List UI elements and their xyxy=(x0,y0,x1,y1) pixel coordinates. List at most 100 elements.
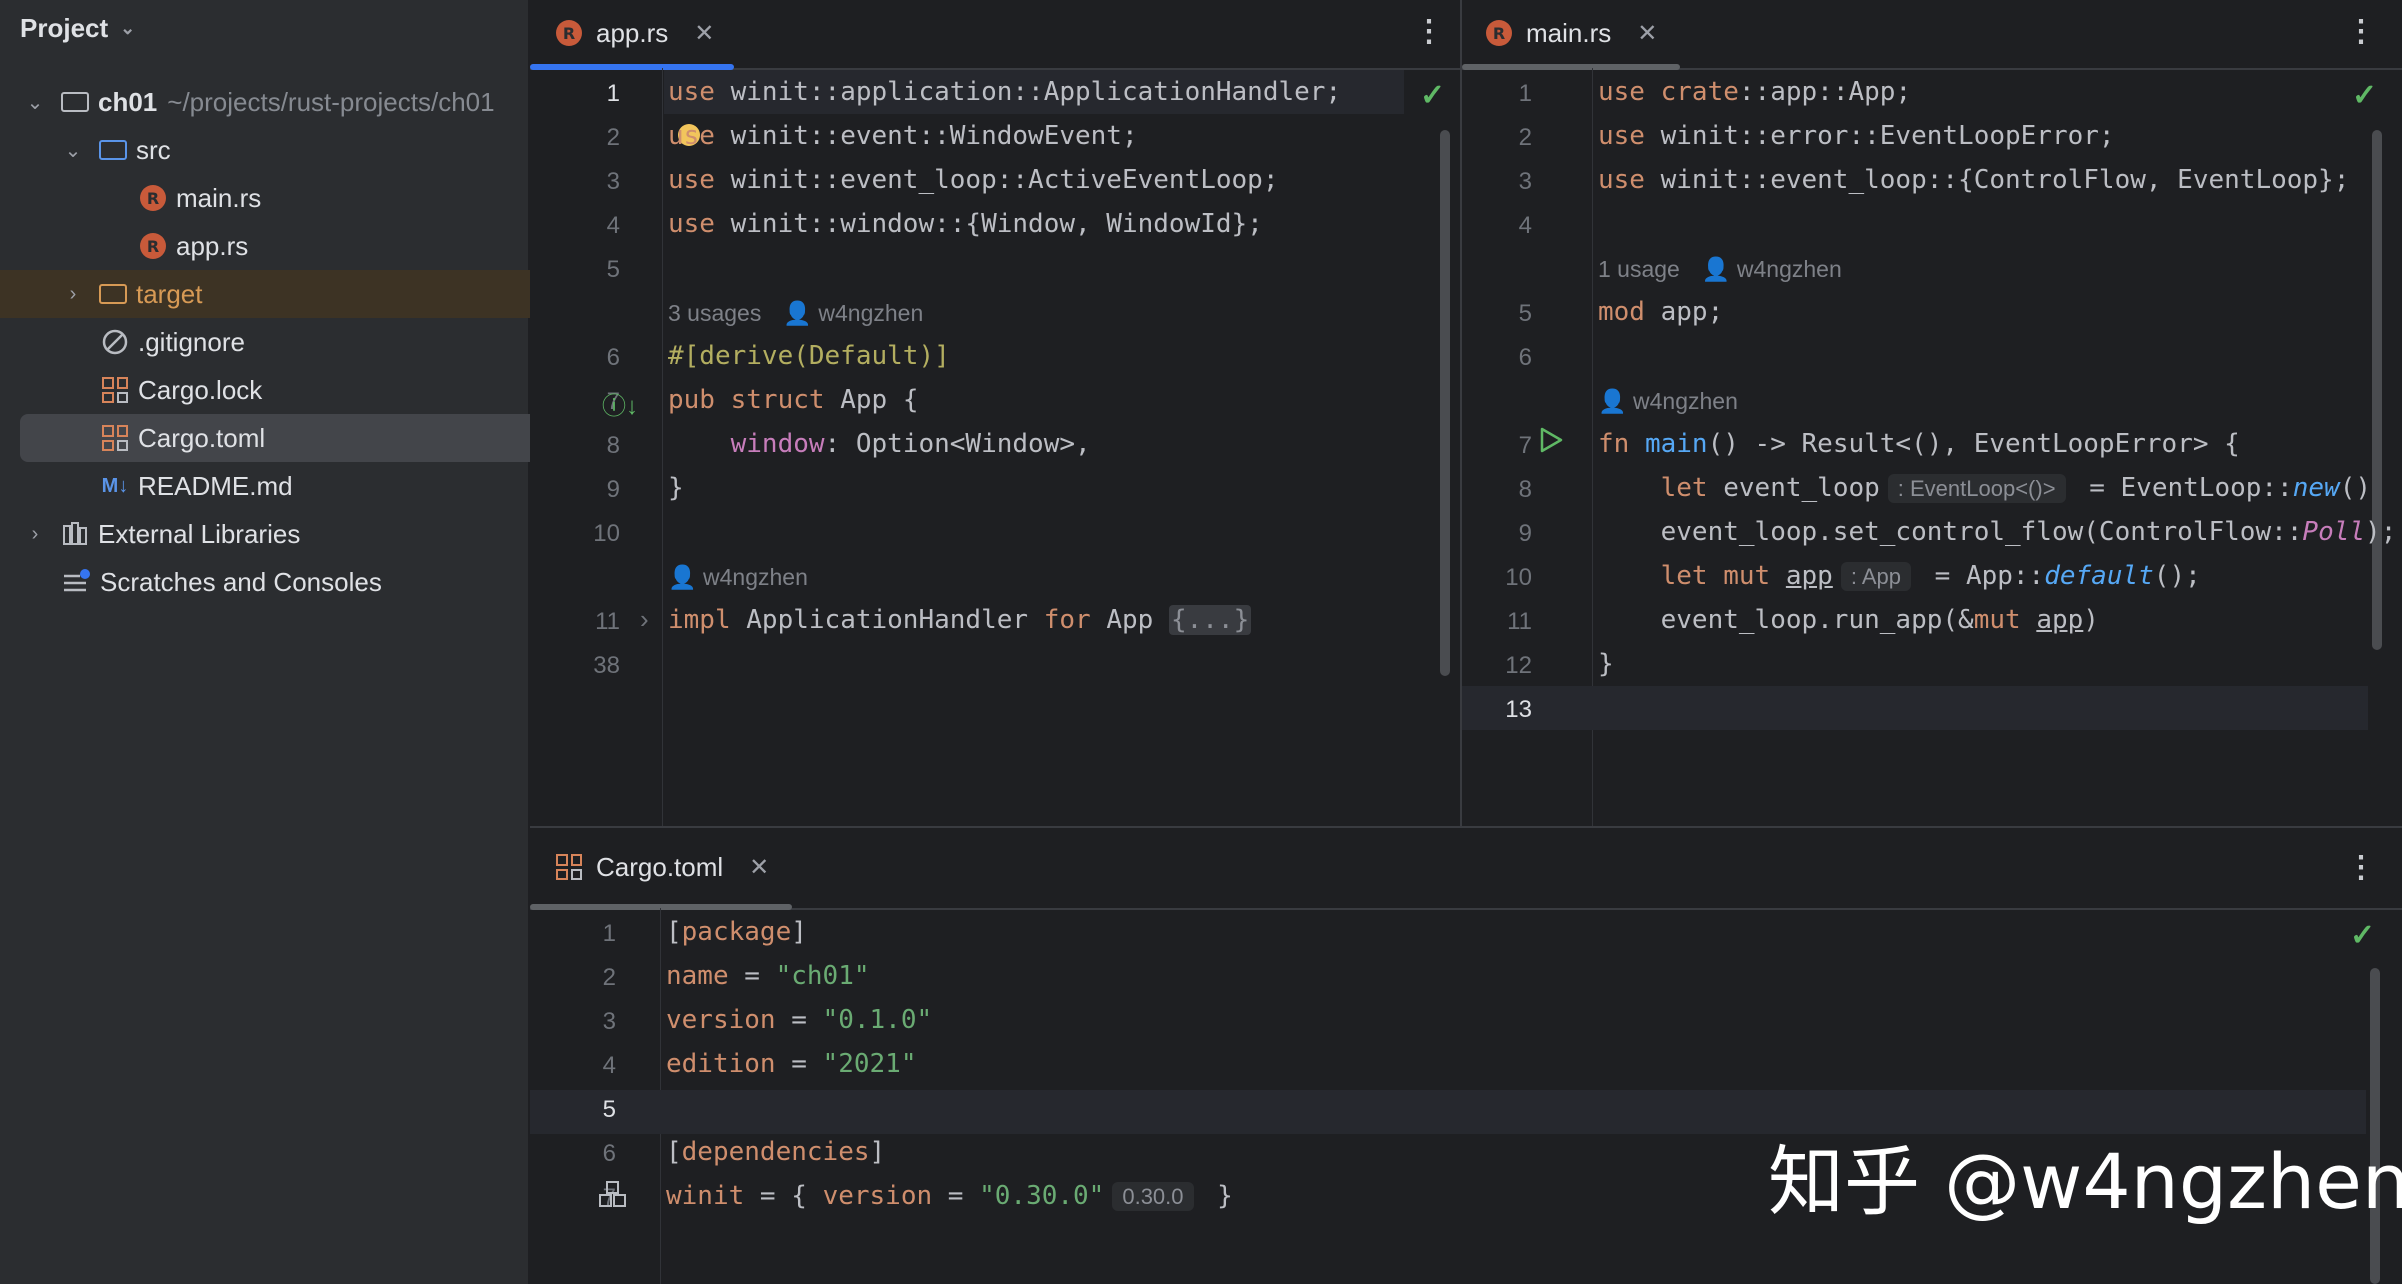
line-number: 1 xyxy=(606,80,620,107)
line-number: 5 xyxy=(1518,300,1532,327)
code-line: event_loop.set_control_flow(ControlFlow:… xyxy=(1660,517,2397,547)
library-icon xyxy=(60,519,90,549)
tree-item-label: target xyxy=(136,278,203,309)
tab-app-rs[interactable]: R app.rs ✕ xyxy=(556,0,714,66)
line-number: 4 xyxy=(606,212,620,239)
code-line: window: Option<Window>, xyxy=(730,429,1091,459)
tree-item-label: README.md xyxy=(138,470,293,501)
scratches-icon xyxy=(62,567,92,597)
code-line: fn main() -> Result<(), EventLoopError> … xyxy=(1598,429,2240,459)
tree-item-scratches[interactable]: Scratches and Consoles xyxy=(0,558,590,606)
code-line: version = "0.1.0" xyxy=(666,1005,933,1035)
chevron-down-icon: ⌄ xyxy=(120,17,136,38)
close-icon[interactable]: ✕ xyxy=(694,19,714,48)
ignore-file-icon xyxy=(100,327,130,357)
no-problems-check-icon: ✓ xyxy=(1420,79,1446,112)
close-icon[interactable]: ✕ xyxy=(1637,19,1657,48)
tree-item-label: Cargo.lock xyxy=(138,374,263,405)
more-options-icon[interactable]: ⋮ xyxy=(1414,14,1444,49)
run-icon[interactable] xyxy=(1538,426,1564,459)
code-line: [dependencies] xyxy=(666,1137,886,1167)
line-number: 11 xyxy=(595,608,620,635)
code-line: use winit::application::ApplicationHandl… xyxy=(668,77,1342,107)
line-number: 5 xyxy=(602,1096,616,1123)
project-path: ~/projects/rust-projects/ch01 xyxy=(167,86,495,117)
line-number: 6 xyxy=(606,344,620,371)
line-number: 10 xyxy=(1505,564,1532,591)
tab-label: Cargo.toml xyxy=(596,851,724,882)
line-number: 5 xyxy=(606,256,620,283)
line-number: 10 xyxy=(593,520,620,547)
more-options-icon[interactable]: ⋮ xyxy=(2346,850,2376,885)
tree-item-label: .gitignore xyxy=(138,326,245,357)
line-number: 38 xyxy=(593,652,620,679)
source-folder-icon xyxy=(98,135,128,165)
code-line: impl ApplicationHandler for App {...} xyxy=(668,605,1252,635)
code-vision-hint[interactable]: 1 usage 👤 w4ngzhen xyxy=(1598,256,1842,283)
project-view-dropdown[interactable]: Project ⌄ xyxy=(20,12,135,44)
tree-item-label: src xyxy=(136,134,171,165)
line-number: 9 xyxy=(1518,520,1532,547)
tab-cargo-toml[interactable]: Cargo.toml ✕ xyxy=(556,828,769,906)
user-icon: 👤 xyxy=(783,300,812,326)
implemented-trait-icon[interactable]: ⓘ↓ xyxy=(602,386,638,421)
code-line: let mut app: App = App::default(); xyxy=(1660,561,2201,591)
tree-item-ch01[interactable]: ⌄ ch01 ~/projects/rust-projects/ch01 xyxy=(0,78,552,126)
code-line: use winit::event_loop::ActiveEventLoop; xyxy=(668,165,1279,195)
editor-tabbar: R main.rs ✕ ⋮ xyxy=(1462,0,2402,70)
project-sidebar: Project ⌄ ⌄ ch01 ~/projects/rust-project… xyxy=(0,0,590,1284)
code-line: use winit::event::WindowEvent; xyxy=(668,121,1138,151)
tab-label: app.rs xyxy=(596,17,669,48)
type-hint: : EventLoop<()> xyxy=(1887,474,2066,503)
tree-item-label: External Libraries xyxy=(98,518,301,549)
line-number: 7 xyxy=(1518,432,1532,459)
fold-expand-icon[interactable]: › xyxy=(640,604,649,635)
rust-file-icon: R xyxy=(138,183,168,213)
current-line-highlight xyxy=(1462,686,2368,730)
line-number: 2 xyxy=(602,964,616,991)
vertical-scrollbar[interactable] xyxy=(1440,130,1450,676)
line-number: 6 xyxy=(1518,344,1532,371)
line-number: 4 xyxy=(1518,212,1532,239)
user-icon: 👤 xyxy=(1598,388,1627,414)
rust-file-icon: R xyxy=(1486,20,1512,46)
tree-item-src[interactable]: ⌄ src xyxy=(0,126,590,174)
line-number: 3 xyxy=(606,168,620,195)
cargo-toml-icon xyxy=(100,423,130,453)
close-icon[interactable]: ✕ xyxy=(749,853,769,882)
code-vision-hint[interactable]: 3 usages 👤 w4ngzhen xyxy=(668,300,923,327)
line-number: 2 xyxy=(606,124,620,151)
project-title: Project xyxy=(20,12,109,43)
chevron-down-icon[interactable]: ⌄ xyxy=(24,90,46,115)
editor-tabbar: R app.rs ✕ ⋮ xyxy=(530,0,1460,70)
line-number: 4 xyxy=(602,1052,616,1079)
vertical-scrollbar[interactable] xyxy=(2372,130,2382,650)
tree-item-external-libraries[interactable]: › External Libraries xyxy=(0,510,552,558)
cargo-toml-icon xyxy=(556,854,582,880)
code-vision-hint[interactable]: 👤 w4ngzhen xyxy=(668,564,808,591)
folded-region[interactable]: {...} xyxy=(1168,605,1252,635)
chevron-down-icon[interactable]: ⌄ xyxy=(62,138,84,163)
more-options-icon[interactable]: ⋮ xyxy=(2346,14,2376,49)
tree-item-cargo-toml[interactable]: Cargo.toml xyxy=(20,414,584,462)
version-hint: 0.30.0 xyxy=(1112,1182,1194,1211)
line-number: 12 xyxy=(1505,652,1532,679)
tree-item-label: app.rs xyxy=(176,230,249,261)
line-number: 1 xyxy=(1518,80,1532,107)
line-number: 1 xyxy=(602,920,616,947)
rust-file-icon: R xyxy=(138,231,168,261)
dependency-icon[interactable] xyxy=(596,1180,630,1215)
tab-main-rs[interactable]: R main.rs ✕ xyxy=(1486,0,1657,66)
code-line: pub struct App { xyxy=(668,385,919,415)
line-number: 3 xyxy=(602,1008,616,1035)
code-line: [package] xyxy=(666,917,807,947)
tree-item-target[interactable]: › target xyxy=(0,270,590,318)
chevron-right-icon[interactable]: › xyxy=(62,283,84,306)
chevron-right-icon[interactable]: › xyxy=(24,523,46,546)
line-number: 11 xyxy=(1507,608,1532,635)
excluded-folder-icon xyxy=(98,279,128,309)
code-line: use winit::error::EventLoopError; xyxy=(1598,121,2115,151)
code-vision-hint[interactable]: 👤 w4ngzhen xyxy=(1598,388,1738,415)
editor-main-rs: R main.rs ✕ ⋮ ✓ 1 2 3 4 5 6 7 8 9 10 11 … xyxy=(1462,0,2402,826)
code-line: } xyxy=(1598,649,1614,679)
